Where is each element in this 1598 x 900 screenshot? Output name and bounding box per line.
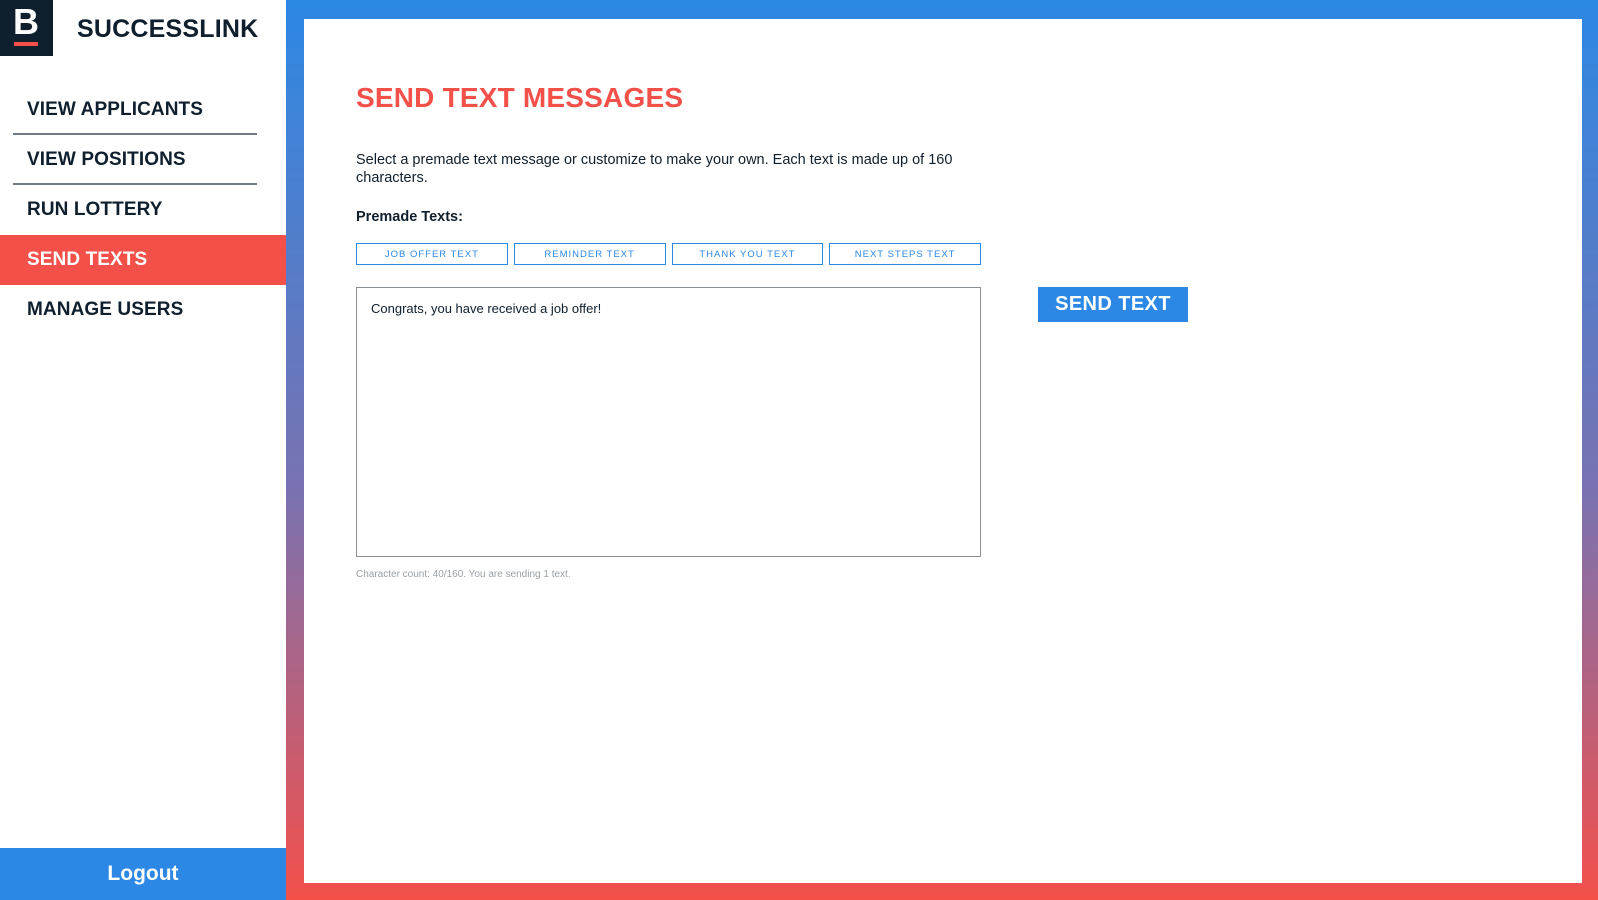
message-textarea[interactable]: Congrats, you have received a job offer! [356,287,981,557]
intro-text: Select a premade text message or customi… [356,152,953,186]
sidebar-nav: VIEW APPLICANTS VIEW POSITIONS RUN LOTTE… [0,85,286,335]
send-text-button[interactable]: SEND TEXT [1038,287,1188,322]
sidebar-item-view-positions[interactable]: VIEW POSITIONS [0,135,286,185]
reminder-text-button[interactable]: REMINDER TEXT [513,243,666,265]
premade-buttons: JOB OFFER TEXT REMINDER TEXT THANK YOU T… [356,243,981,265]
brand-name: SUCCESSLINK [77,15,259,43]
sidebar-item-label: MANAGE USERS [27,299,184,320]
brand-header: B SUCCESSLINK [0,0,286,56]
character-count: Character count: 40/160. You are sending… [356,569,571,580]
sidebar-item-send-texts[interactable]: SEND TEXTS [0,235,286,285]
sidebar-item-run-lottery[interactable]: RUN LOTTERY [0,185,286,235]
job-offer-text-button[interactable]: JOB OFFER TEXT [356,243,508,265]
sidebar-item-view-applicants[interactable]: VIEW APPLICANTS [0,85,286,135]
sidebar-item-manage-users[interactable]: MANAGE USERS [0,285,286,335]
premade-texts-label: Premade Texts: [356,209,463,225]
main-frame: SEND TEXT MESSAGES Select a premade text… [286,0,1598,900]
logo-letter: B [13,1,39,42]
brand-logo[interactable]: B [0,0,53,56]
thank-you-text-button[interactable]: THANK YOU TEXT [671,243,824,265]
app-root: B SUCCESSLINK VIEW APPLICANTS VIEW POSIT… [0,0,1598,900]
sidebar-item-label: RUN LOTTERY [27,199,163,220]
sidebar: B SUCCESSLINK VIEW APPLICANTS VIEW POSIT… [0,0,286,900]
logout-button[interactable]: Logout [0,848,286,900]
logo-underline [14,42,38,46]
main-panel: SEND TEXT MESSAGES Select a premade text… [304,19,1582,883]
page-title: SEND TEXT MESSAGES [356,82,684,113]
sidebar-item-label: VIEW POSITIONS [27,149,186,170]
next-steps-text-button[interactable]: NEXT STEPS TEXT [829,243,981,265]
logout-label: Logout [107,862,179,885]
sidebar-item-label: VIEW APPLICANTS [27,99,204,120]
sidebar-item-label: SEND TEXTS [27,249,148,270]
